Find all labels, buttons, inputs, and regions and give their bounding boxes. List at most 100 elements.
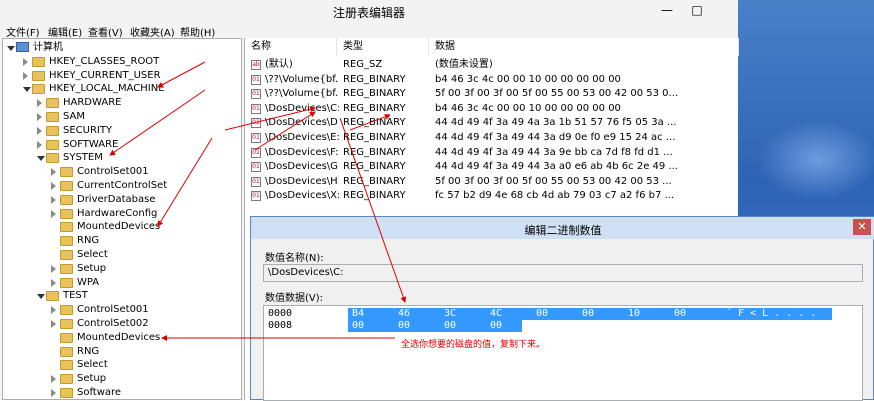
expanded-arrow-icon[interactable] [37, 294, 45, 300]
value-data: 44 4d 49 4f 3a 49 4a 3a 1b 51 57 76 f5 0… [435, 117, 677, 129]
hex-byte[interactable]: 00 [536, 308, 548, 320]
value-row[interactable]: 01 \??\Volume{bf... REG_BINARY b4 46 3c 4c … [245, 73, 739, 88]
tree-item[interactable]: HKEY_LOCAL_MACHINE [3, 82, 239, 96]
hex-editor[interactable]: 0000 0008 B4 46 3C 4C 00 00 10 00 00 00 00 00 ´ F <… [263, 305, 863, 401]
value-data: 5f 00 3f 00 3f 00 5f 00 55 00 53 00 42 0… [435, 88, 679, 100]
minimize-button[interactable]: — [652, 0, 682, 20]
expanded-arrow-icon[interactable] [23, 87, 31, 93]
tree-item-label: ControlSet001 [77, 166, 149, 178]
folder-icon [46, 139, 59, 150]
collapsed-arrow-icon[interactable] [37, 140, 42, 149]
folder-icon [60, 360, 73, 371]
menu-view[interactable]: 查看(V) [88, 24, 123, 39]
tree-item[interactable]: Setup [3, 372, 239, 386]
hex-byte[interactable]: 00 [490, 320, 502, 332]
folder-icon [60, 167, 73, 178]
collapsed-arrow-icon[interactable] [23, 57, 28, 66]
collapsed-arrow-icon[interactable] [51, 278, 56, 287]
value-name: \DosDevices\F: [265, 146, 339, 158]
tree-item[interactable]: MountedDevices [3, 331, 239, 345]
tree-item[interactable]: SECURITY [3, 124, 239, 138]
collapsed-arrow-icon[interactable] [51, 182, 56, 190]
hex-byte[interactable]: B4 [352, 308, 364, 320]
tree-item[interactable]: HKEY_CURRENT_USER [3, 69, 239, 83]
column-header-name[interactable]: 名称 [245, 38, 337, 56]
tree-item[interactable]: RNG [3, 345, 239, 359]
tree-item[interactable]: TEST [3, 289, 239, 303]
menu-file[interactable]: 文件(F) [6, 24, 40, 39]
tree-item[interactable]: HardwareConfig [3, 207, 239, 221]
value-data: 44 4d 49 4f 3a 49 44 3a a0 e6 ab 4b 6c 2… [435, 161, 678, 173]
annotation-note: 全选你想要的磁盘的值，复制下来。 [401, 340, 546, 350]
tree-item[interactable]: ControlSet001 [3, 165, 239, 179]
tree-item[interactable]: ControlSet001 [3, 303, 239, 317]
collapsed-arrow-icon[interactable] [23, 71, 28, 80]
value-row[interactable]: 01 \??\Volume{bf... REG_BINARY 5f 00 3f 00 … [245, 87, 739, 102]
value-name: (默认) [265, 59, 293, 70]
tree-item[interactable]: Select [3, 358, 239, 372]
tree-item[interactable]: SOFTWARE [3, 138, 239, 152]
tree-item[interactable]: 计算机 [3, 41, 239, 55]
folder-icon [46, 153, 59, 164]
hex-byte[interactable]: 46 [398, 308, 410, 320]
collapsed-arrow-icon[interactable] [51, 209, 56, 218]
value-row[interactable]: 01 \DosDevices\G: REG_BINARY 44 4d 49 4f 3a… [245, 160, 739, 175]
tree-item[interactable]: Software [3, 386, 239, 399]
hex-byte[interactable]: 00 [398, 320, 410, 332]
folder-icon [60, 250, 73, 260]
menu-favorites[interactable]: 收藏夹(A) [130, 24, 175, 39]
column-header-type[interactable]: 类型 [337, 38, 429, 56]
value-row[interactable]: ab (默认) REG_SZ (数值未设置) [245, 58, 739, 73]
tree-item-label: SECURITY [63, 124, 113, 136]
tree-item[interactable]: WPA [3, 276, 239, 290]
tree-item[interactable]: DriverDatabase [3, 193, 239, 207]
expanded-arrow-icon[interactable] [37, 156, 45, 162]
collapsed-arrow-icon[interactable] [51, 306, 56, 315]
menu-help[interactable]: 帮助(H) [180, 24, 215, 39]
value-row[interactable]: 01 \DosDevices\D: REG_BINARY 44 4d 49 4f 3a… [245, 116, 739, 131]
tree-item[interactable]: HKEY_CLASSES_ROOT [3, 55, 239, 69]
collapsed-arrow-icon[interactable] [51, 320, 56, 328]
collapsed-arrow-icon[interactable] [51, 168, 56, 177]
collapsed-arrow-icon[interactable] [37, 99, 42, 108]
menu-edit[interactable]: 编辑(E) [48, 24, 82, 39]
value-row[interactable]: 01 \DosDevices\H: REG_BINARY 5f 00 3f 00 3f… [245, 175, 739, 190]
tree-item[interactable]: Setup [3, 262, 239, 276]
hex-byte[interactable]: 00 [444, 320, 456, 332]
registry-tree[interactable]: 计算机 HKEY_CLASSES_ROOT HKEY_CURRENT_USER HKE… [2, 38, 242, 400]
collapsed-arrow-icon[interactable] [37, 113, 42, 121]
collapsed-arrow-icon[interactable] [51, 389, 56, 397]
tree-item[interactable]: Select [3, 248, 239, 262]
hex-byte[interactable]: 4C [490, 308, 502, 320]
folder-icon [60, 236, 73, 247]
collapsed-arrow-icon[interactable] [51, 264, 56, 273]
dialog-close-button[interactable]: ✕ [853, 219, 871, 235]
collapsed-arrow-icon[interactable] [37, 126, 42, 135]
hex-address: 0000 [268, 308, 293, 319]
collapsed-arrow-icon[interactable] [51, 375, 56, 384]
value-name-field[interactable]: \DosDevices\C: [263, 264, 863, 282]
folder-icon [46, 112, 59, 122]
hex-byte[interactable]: 00 [674, 308, 686, 320]
value-row[interactable]: 01 \DosDevices\F: REG_BINARY 44 4d 49 4f 3a… [245, 146, 739, 161]
tree-item[interactable]: MountedDevices [3, 220, 239, 234]
tree-item[interactable]: SAM [3, 110, 239, 124]
tree-item[interactable]: CurrentControlSet [3, 179, 239, 193]
value-row[interactable]: 01 \DosDevices\X: REG_BINARY fc 57 b2 d9 4e… [245, 189, 739, 204]
tree-item[interactable]: HARDWARE [3, 96, 239, 110]
tree-item[interactable]: SYSTEM [3, 151, 239, 165]
maximize-button[interactable]: □ [682, 0, 712, 20]
hex-byte[interactable]: 3C [444, 308, 456, 320]
tree-item[interactable]: RNG [3, 234, 239, 248]
column-header-data[interactable]: 数据 [429, 38, 739, 56]
hex-byte[interactable]: 00 [582, 308, 594, 320]
value-row[interactable]: 01 \DosDevices\C: REG_BINARY b4 46 3c 4c 00… [245, 102, 739, 117]
collapsed-arrow-icon[interactable] [51, 195, 56, 204]
expanded-arrow-icon[interactable] [7, 46, 15, 51]
tree-item[interactable]: ControlSet002 [3, 317, 239, 331]
binary-value-icon: 01 [251, 162, 261, 173]
hex-byte[interactable]: 00 [352, 320, 364, 332]
value-row[interactable]: 01 \DosDevices\E: REG_BINARY 44 4d 49 4f 3a… [245, 131, 739, 146]
hex-byte[interactable]: 10 [628, 308, 640, 320]
dialog-title-bar: 编辑二进制数值 ✕ [251, 217, 874, 239]
